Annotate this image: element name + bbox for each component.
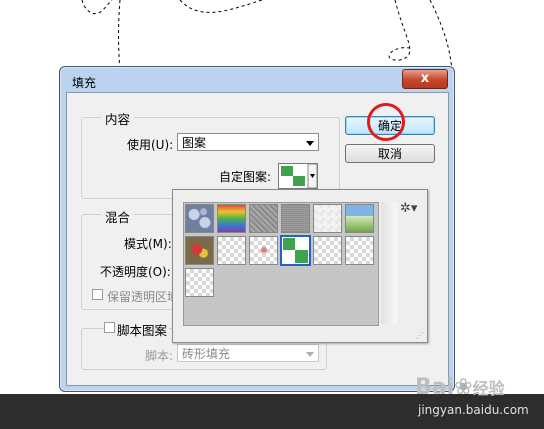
pattern-green-checker[interactable] (281, 236, 310, 265)
script-pattern-checkbox[interactable] (104, 322, 115, 333)
watermark-brand: Bai (415, 375, 455, 400)
pattern-flowers-photo[interactable] (185, 236, 214, 265)
script-select[interactable]: 砖形填充 (177, 344, 319, 362)
script-name-label: 脚本: (145, 349, 174, 363)
pattern-gray-granite[interactable] (249, 204, 278, 233)
close-button[interactable]: x (402, 69, 448, 89)
pattern-grid (183, 202, 379, 326)
opacity-label: 不透明度(O): (100, 265, 171, 279)
selection-marquee (81, 0, 453, 70)
pattern-grid-scrollbar[interactable] (381, 202, 397, 324)
preserve-transparency-checkbox[interactable] (92, 289, 103, 300)
chevron-down-icon (306, 352, 314, 357)
preserve-transparency-label: 保留透明区域 (107, 290, 172, 304)
use-select-value: 图案 (182, 136, 207, 150)
moon-icon (191, 276, 207, 293)
watermark-url: jingyan.baidu.com (418, 403, 529, 417)
script-pattern-label: 脚本图案 (115, 320, 170, 339)
pattern-moon-star[interactable] (185, 268, 214, 297)
pattern-transparent-3[interactable] (345, 236, 374, 265)
watermark-brand-cn: 经验 (472, 379, 505, 398)
pattern-bubbles[interactable] (185, 204, 214, 233)
pattern-picker-popup: ✲▾ ⋰ (172, 189, 428, 343)
mode-label: 模式(M): (124, 237, 172, 251)
resize-grip-icon[interactable]: ⋰ (416, 331, 424, 340)
pattern-transparent-pink[interactable] (249, 236, 278, 265)
dialog-title: 填充 (72, 76, 97, 90)
use-label: 使用(U): (127, 138, 174, 152)
custom-pattern-picker[interactable] (278, 163, 318, 189)
pattern-preview (281, 164, 317, 188)
pattern-transparent-2[interactable] (313, 236, 342, 265)
gear-icon[interactable]: ✲▾ (400, 201, 417, 216)
pattern-gray-fabric[interactable] (281, 204, 310, 233)
cancel-button[interactable]: 取消 (345, 144, 435, 163)
pattern-grass-photo[interactable] (345, 204, 374, 233)
blend-group-title: 混合 (101, 207, 135, 226)
use-select[interactable]: 图案 (177, 133, 319, 151)
script-select-value: 砖形填充 (182, 347, 231, 361)
paw-icon: ❀ (454, 375, 473, 400)
watermark-logo: Bai❀经验 (415, 375, 505, 400)
pattern-white-checker[interactable] (313, 204, 342, 233)
chevron-down-icon (306, 141, 314, 146)
pattern-transparent-1[interactable] (217, 236, 246, 265)
content-group-title: 内容 (101, 109, 135, 128)
custom-pattern-label: 自定图案: (219, 170, 272, 184)
dialog-titlebar[interactable]: 填充 x (60, 67, 454, 91)
close-icon: x (420, 71, 430, 86)
pattern-tie-dye[interactable] (217, 204, 246, 233)
highlight-circle (367, 103, 405, 141)
